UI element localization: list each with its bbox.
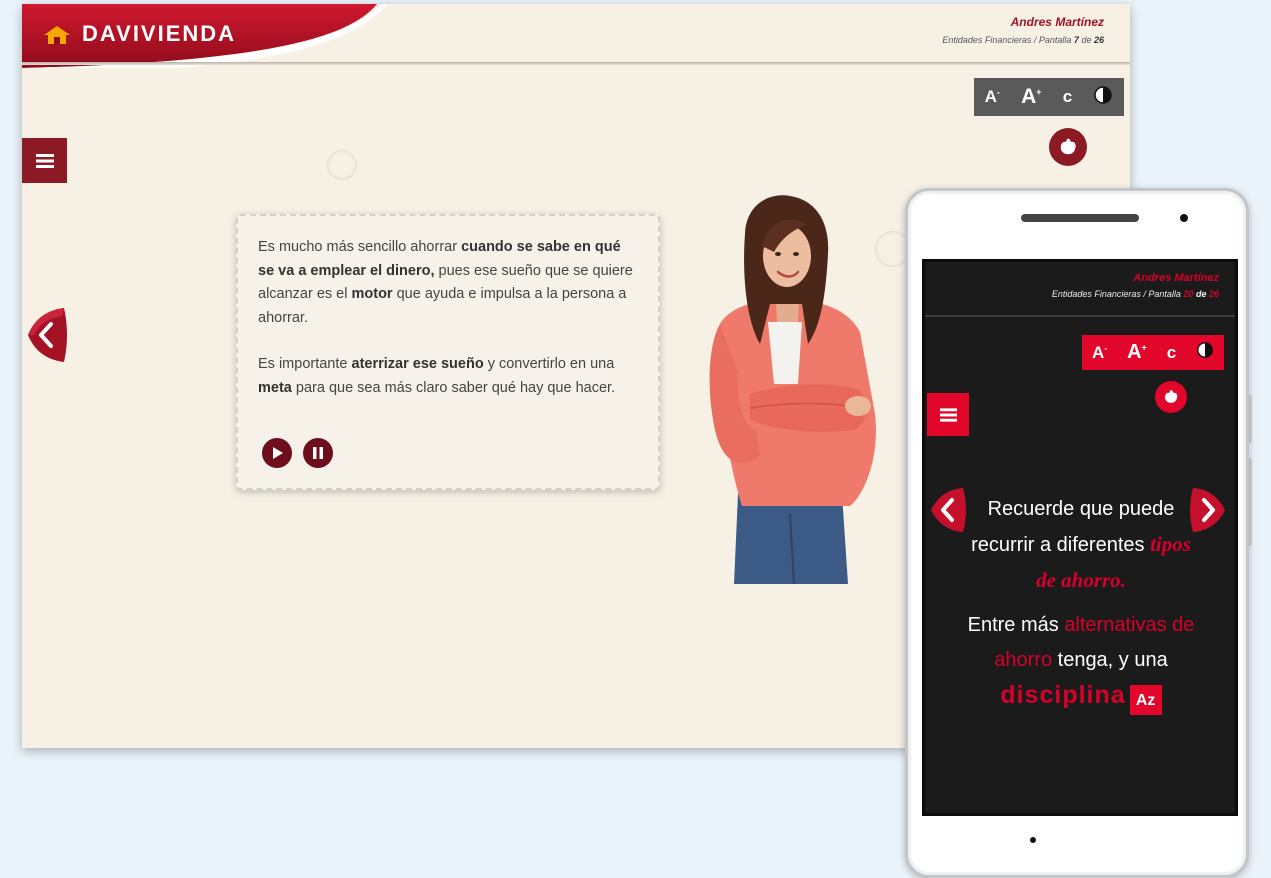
reset-font-button[interactable]: c	[1063, 87, 1072, 107]
audio-controls	[262, 438, 333, 468]
contrast-button[interactable]	[1093, 85, 1113, 110]
az-badge-icon[interactable]: Az	[1129, 685, 1162, 715]
mobile-font-decrease-button[interactable]: A-	[1092, 343, 1107, 363]
hand-icon	[1165, 390, 1178, 403]
mobile-font-increase-button[interactable]: A+	[1127, 341, 1147, 364]
mobile-menu-button[interactable]	[927, 393, 969, 436]
brand-logo: DAVIVIENDA	[82, 21, 237, 46]
header-divider	[22, 62, 1130, 65]
mobile-contrast-button[interactable]	[1196, 341, 1214, 364]
davivienda-house-icon	[44, 26, 70, 44]
phone-home-button[interactable]	[1030, 837, 1036, 843]
contrast-icon	[1197, 342, 1213, 358]
user-name: Andres Martínez	[1010, 15, 1104, 29]
phone-camera	[1180, 214, 1188, 222]
font-increase-button[interactable]: A+	[1021, 85, 1041, 109]
decorative-bubble	[327, 150, 357, 180]
content-card: Es mucho más sencillo ahorrar cuando se …	[236, 214, 660, 490]
play-icon	[273, 447, 283, 459]
current-screen: 7	[1073, 35, 1079, 45]
mobile-header-divider	[925, 315, 1235, 317]
hamburger-icon	[939, 407, 957, 422]
phone-speaker	[1021, 214, 1139, 222]
paragraph-1: Es mucho más sencillo ahorrar cuando se …	[258, 239, 633, 326]
paragraph-2: Es importante aterrizar ese sueño y conv…	[258, 356, 616, 396]
mobile-reset-font-button[interactable]: c	[1167, 343, 1176, 363]
total-screens: 26	[1093, 35, 1104, 45]
help-hand-button[interactable]	[1049, 128, 1087, 166]
breadcrumb-prefix: Entidades Financieras / Pantalla	[942, 35, 1072, 45]
play-button[interactable]	[262, 438, 292, 468]
mobile-previous-button[interactable]	[929, 486, 967, 534]
mobile-help-hand-button[interactable]	[1155, 381, 1187, 413]
menu-button[interactable]	[22, 138, 67, 183]
mobile-phone-frame: Andres Martínez Entidades Financieras / …	[905, 188, 1249, 878]
previous-button[interactable]	[24, 306, 68, 364]
pause-icon	[313, 447, 323, 459]
accessibility-toolbar: A- A+ c	[974, 78, 1124, 116]
breadcrumb: Entidades Financieras / Pantalla 7 de 26	[942, 35, 1104, 45]
mobile-text-block-1: Recuerde que puede recurrir a diferentes…	[971, 498, 1191, 592]
font-decrease-button[interactable]: A-	[985, 87, 1000, 107]
mobile-breadcrumb: Entidades Financieras / Pantalla 20 de 2…	[1051, 289, 1219, 299]
mobile-user-name: Andres Martínez	[1133, 272, 1219, 284]
pause-button[interactable]	[303, 438, 333, 468]
woman-illustration	[709, 195, 876, 584]
mobile-accessibility-toolbar: A- A+ c	[1082, 335, 1224, 370]
of-label: de	[1081, 35, 1092, 45]
mobile-text-block-2: Entre más alternativas de ahorro tenga, …	[965, 608, 1197, 715]
mobile-content-text: Recuerde que puede recurrir a diferentes…	[965, 492, 1197, 715]
mobile-screen: Andres Martínez Entidades Financieras / …	[922, 259, 1238, 816]
hand-icon	[1060, 138, 1076, 155]
contrast-icon	[1094, 85, 1113, 104]
hamburger-icon	[35, 153, 54, 168]
